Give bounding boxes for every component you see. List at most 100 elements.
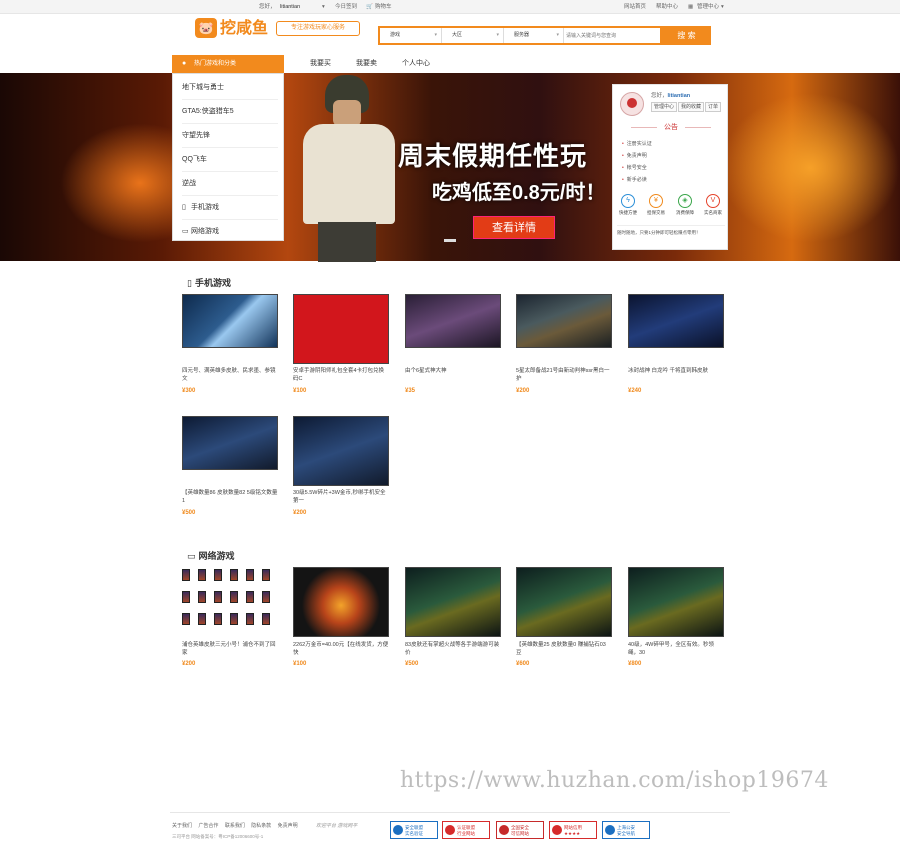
home-link[interactable]: 网站首页 [624, 0, 646, 14]
product-title[interactable]: 安卓手游阴阳师礼包全套4卡打包兑换码C [293, 367, 389, 383]
server-select[interactable]: 服务器 ▾ [504, 28, 564, 43]
product-title[interactable]: 30级5.5W碎片+3W金币,秒绑手机安全第一 [293, 489, 389, 505]
category-item-overwatch[interactable]: 守望先锋 [182, 124, 278, 148]
product-price: ¥200 [293, 510, 307, 516]
product-thumbnail[interactable] [516, 294, 612, 348]
cart-link[interactable]: 购物车 [375, 0, 392, 14]
manage-link[interactable]: 管理中心 [697, 0, 719, 14]
product-title[interactable]: 83皮肤还有掌超火战等各手游端游可装价 [405, 641, 501, 657]
banner-details-button[interactable]: 查看详情 [473, 216, 555, 239]
category-header-label: 热门游戏和分类 [194, 61, 237, 67]
product-title[interactable]: 40级，4W碎甲号，全区有效。秒领绳，30 [628, 641, 724, 657]
top-bar: 您好， litiantian ▾ 今日签到 🛒 购物车 网站首页 帮助中心 ▦ … [0, 0, 900, 14]
product-thumbnail[interactable] [405, 567, 501, 637]
product-thumbnail[interactable] [293, 416, 389, 486]
product-price: ¥200 [182, 661, 196, 667]
footer-link-ads[interactable]: 广告合作 [198, 823, 218, 829]
product-thumbnail[interactable] [182, 567, 278, 637]
cart-icon[interactable]: 🛒 [366, 0, 373, 14]
category-item-dnf[interactable]: 地下城与勇士 [182, 76, 278, 100]
product-title[interactable]: 四元号、满英雄多皮肤、民求墨、参镜文 [182, 367, 278, 383]
user-panel-username[interactable]: litiantian [668, 93, 691, 99]
favorites-button[interactable]: 我的收藏 [678, 102, 705, 112]
search-bar: 游戏 ▾ 大区 ▾ 服务器 ▾ [378, 26, 662, 45]
product-title[interactable]: 【英雄数量25 皮肤数量0 赚捕钻石03 豆 [516, 641, 612, 657]
category-item-online[interactable]: ▭ 网络游戏 [182, 220, 278, 244]
footer-link-contact[interactable]: 联系我们 [225, 823, 245, 829]
product-thumbnail[interactable] [628, 567, 724, 637]
dropdown-caret-icon[interactable]: ▾ [322, 0, 325, 14]
category-item-qq-speed[interactable]: QQ飞车 [182, 148, 278, 172]
logo-text[interactable]: 挖咸鱼 [220, 18, 268, 38]
service-verified[interactable]: V 实名商家 [701, 194, 725, 216]
trust-badge[interactable]: 认证联盟 行业网站 [442, 821, 490, 839]
product-title[interactable]: 5星太郎备战21号由新动判神ssr黑白一护 [516, 367, 612, 383]
banner-headline: 周末假期任性玩 [398, 141, 588, 171]
nav-personal-center[interactable]: 个人中心 [402, 57, 430, 71]
product-thumbnail[interactable] [405, 294, 501, 348]
logo-icon[interactable]: 🐷 [195, 18, 217, 38]
category-item-nizhan[interactable]: 逆战 [182, 172, 278, 196]
notice-item[interactable]: 注册实认证 [622, 140, 652, 147]
product-price: ¥240 [628, 388, 642, 394]
product-title[interactable]: 浦仓英雄皮肤三元小号！浦仓不到了回家 [182, 641, 278, 657]
product-thumbnail[interactable] [293, 294, 389, 364]
avatar[interactable] [620, 92, 644, 116]
notice-title: 公告 [613, 122, 729, 132]
nav-buy[interactable]: 我要买 [310, 57, 331, 71]
trust-badge-label: 安全联盟 实名验证 [405, 825, 423, 836]
trust-badge[interactable]: 全国安全 可信网站 [496, 821, 544, 839]
category-item-gta5[interactable]: GTA5:侠盗猎车5 [182, 100, 278, 124]
service-fast[interactable]: ϟ 快捷方便 [616, 194, 640, 216]
monitor-icon: ▭ [182, 228, 189, 235]
product-price: ¥800 [628, 661, 642, 667]
banner-pagination[interactable] [444, 239, 456, 242]
product-thumbnail[interactable] [628, 294, 724, 348]
product-title[interactable]: 冰封战神 白龙吟 千将直到韩皮肤 [628, 367, 724, 375]
product-price: ¥100 [293, 388, 307, 394]
product-thumbnail[interactable] [516, 567, 612, 637]
product-price: ¥600 [516, 661, 530, 667]
product-thumbnail[interactable] [182, 416, 278, 470]
badge-seal-icon [552, 825, 562, 835]
category-header[interactable]: ● 热门游戏和分类 [172, 55, 284, 73]
grid-icon: ▦ [688, 4, 694, 10]
category-item-mobile[interactable]: ▯ 手机游戏 [182, 196, 278, 220]
region-select[interactable]: 大区 ▾ [442, 28, 504, 43]
trust-badge[interactable]: 上海公安 安全导航 [602, 821, 650, 839]
footer-link-privacy[interactable]: 隐私条款 [251, 823, 271, 829]
product-title[interactable]: 2262万金币=40.00元【在线发货，方便快 [293, 641, 389, 657]
region-select-caret-icon: ▾ [496, 32, 499, 38]
game-select[interactable]: 游戏 ▾ [380, 28, 442, 43]
trust-badge[interactable]: 安全联盟 实名验证 [390, 821, 438, 839]
footer-link-disclaimer[interactable]: 免责声明 [278, 823, 298, 829]
product-title[interactable]: 【英雄数量86 皮肤数量82 5级铭文数量1 [182, 489, 278, 505]
help-link[interactable]: 帮助中心 [656, 0, 678, 14]
badge-seal-icon [499, 825, 509, 835]
service-guarantee[interactable]: ◈ 消费保障 [673, 194, 697, 216]
banner-character-legs [318, 222, 376, 262]
product-thumbnail[interactable] [293, 567, 389, 637]
nav-sell[interactable]: 我要卖 [356, 57, 377, 71]
notice-item[interactable]: 免责声明 [622, 152, 647, 159]
search-button[interactable]: 搜 索 [662, 26, 711, 45]
orders-button[interactable]: 订单 [705, 102, 722, 112]
trust-badge[interactable]: 网站信用 ★★★★ [549, 821, 597, 839]
product-thumbnail[interactable] [182, 294, 278, 348]
checkin-link[interactable]: 今日签到 [335, 0, 357, 14]
manage-center-button[interactable]: 管理中心 [651, 102, 678, 112]
service-escrow[interactable]: ¥ 担保交易 [644, 194, 668, 216]
footer-link-about[interactable]: 关于我们 [172, 823, 192, 829]
search-input[interactable] [566, 30, 660, 41]
manage-caret-icon[interactable]: ▾ [721, 0, 724, 14]
product-price: ¥100 [293, 661, 307, 667]
monitor-icon: ▭ [187, 551, 196, 561]
notice-item[interactable]: 新手必读 [622, 176, 647, 183]
product-price: ¥200 [516, 388, 530, 394]
notice-item[interactable]: 帐号安全 [622, 164, 647, 171]
product-title[interactable]: 由个6星式神大神 [405, 367, 501, 375]
banner-character-face [333, 100, 361, 126]
username-link[interactable]: litiantian [280, 0, 300, 14]
brand-slogan: 专注游戏玩家心服务 [276, 21, 360, 36]
banner-character-body [303, 124, 395, 224]
